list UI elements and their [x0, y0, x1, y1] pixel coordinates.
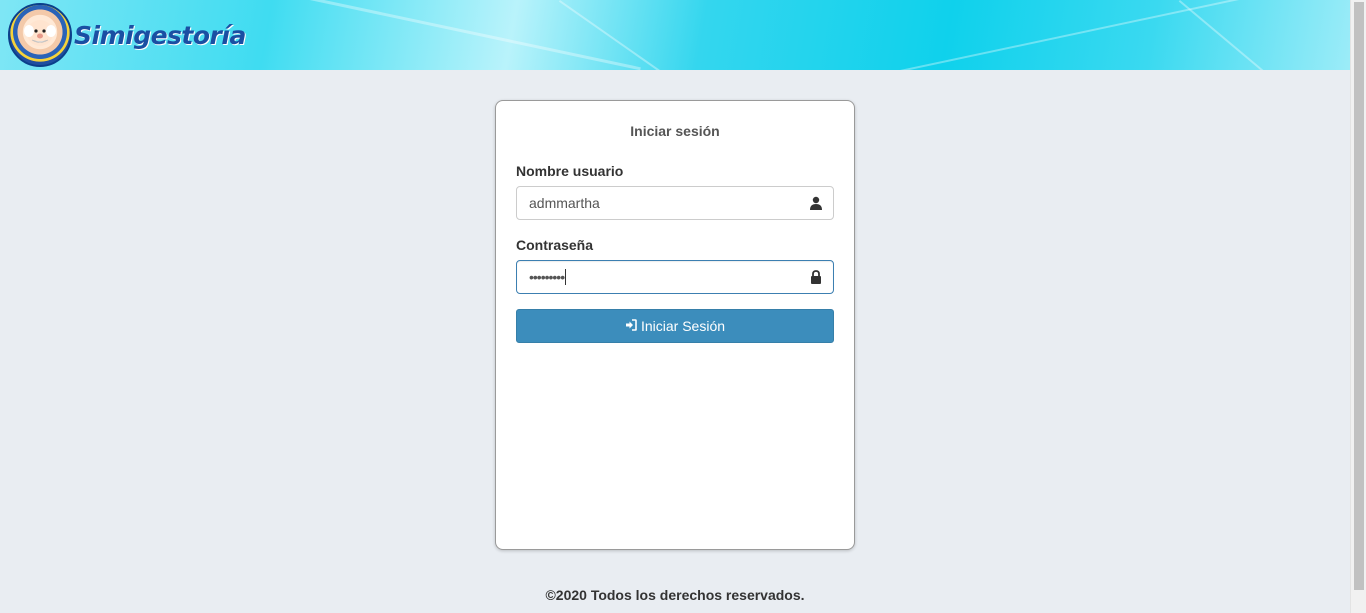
- username-value: admmartha: [529, 195, 600, 211]
- login-card: Iniciar sesión Nombre usuario admmartha …: [495, 100, 855, 550]
- doctor-simi-logo-icon: [8, 3, 72, 67]
- password-value: •••••••••: [529, 269, 565, 285]
- brand-name: Simigestoría: [74, 20, 246, 50]
- brand-logo[interactable]: Simigestoría: [8, 3, 246, 67]
- vertical-scrollbar[interactable]: [1350, 0, 1366, 613]
- lock-icon: [809, 270, 823, 284]
- password-label: Contraseña: [516, 237, 594, 253]
- banner-streak: [900, 0, 1292, 70]
- user-icon: [809, 196, 823, 210]
- password-field[interactable]: •••••••••: [516, 260, 834, 294]
- footer-copyright: ©2020 Todos los derechos reservados.: [545, 587, 805, 603]
- login-submit-label: Iniciar Sesión: [640, 318, 726, 334]
- login-title: Iniciar sesión: [630, 123, 720, 139]
- text-caret: [565, 269, 567, 285]
- login-submit-button[interactable]: Iniciar Sesión: [516, 309, 834, 343]
- sign-in-icon: [625, 318, 637, 334]
- scrollbar-thumb[interactable]: [1354, 2, 1364, 590]
- username-label: Nombre usuario: [516, 163, 624, 179]
- banner-streak: [1178, 0, 1334, 70]
- username-field[interactable]: admmartha: [516, 186, 834, 220]
- header-banner: Simigestoría: [0, 0, 1350, 70]
- banner-streak: [229, 0, 641, 70]
